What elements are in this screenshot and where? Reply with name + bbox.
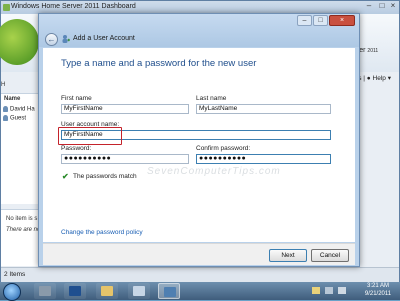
last-name-label: Last name [196,95,227,102]
checkmark-icon: ✔ [62,172,69,181]
minimize-icon[interactable]: – [363,1,375,12]
close-icon[interactable]: × [388,1,398,12]
taskbar-server-manager[interactable] [34,283,56,299]
add-user-icon [62,35,70,43]
task-pane-message: No item is s [6,216,38,222]
confirm-password-field[interactable]: ●●●●●●●●●● [196,154,331,164]
first-name-label: First name [61,95,92,102]
password-field[interactable]: ●●●●●●●●●● [61,154,189,164]
dialog-titlebar: – □ × ← Add a User Account [39,14,359,47]
help-link[interactable]: Help [373,75,386,82]
taskbar-active-dashboard[interactable] [158,283,180,299]
list-item[interactable]: Guest [3,115,26,122]
users-list: Name David Ha Guest [1,93,39,204]
annotation-highlight [58,127,122,145]
back-arrow-icon[interactable]: ← [45,33,58,46]
page-heading: Type a name and a password for the new u… [61,58,257,69]
folder-icon [101,286,113,296]
home-tab-label[interactable]: H [1,82,5,88]
help-icon: ● [366,75,371,82]
user-icon [3,106,8,112]
start-orb-icon[interactable] [3,283,21,301]
password-match-status: The passwords match [73,173,137,180]
network-icon [133,286,145,296]
next-button[interactable]: Next [269,249,307,262]
dialog-body: Type a name and a password for the new u… [43,48,355,242]
taskbar-dashboard[interactable] [128,283,150,299]
server-icon [39,286,51,296]
clock-date[interactable]: 9/21/2011 [360,291,396,297]
volume-icon[interactable] [338,287,346,294]
change-password-policy-link[interactable]: Change the password policy [61,229,143,236]
chevron-down-icon[interactable]: ▾ [388,75,391,82]
column-header-name[interactable]: Name [4,96,20,102]
user-name: David Ha [10,106,35,113]
taskbar-powershell[interactable] [64,283,86,299]
item-count: 2 Items [4,271,26,278]
dialog-title: Add a User Account [73,35,135,42]
add-user-dialog: – □ × ← Add a User Account Type a name a… [38,13,360,267]
brand-suffix: 2011 [367,48,379,54]
maximize-button[interactable]: □ [313,15,328,26]
dialog-footer: Next Cancel [43,243,355,265]
cancel-button[interactable]: Cancel [311,249,349,262]
action-center-icon[interactable] [312,287,320,294]
dashboard-app-icon [3,4,10,11]
confirm-password-label: Confirm password: [196,145,251,152]
task-pane-note: There are no [6,227,41,233]
maximize-icon[interactable]: □ [377,1,387,12]
taskbar-explorer[interactable] [96,283,118,299]
close-button[interactable]: × [329,15,355,26]
user-name: Guest [10,115,27,122]
user-icon [3,115,8,121]
dashboard-icon [164,287,176,297]
taskbar: 3:21 AM 9/21/2011 [0,282,400,301]
watermark-text: SevenComputerTips.com [147,166,281,177]
clock-time[interactable]: 3:21 AM [360,283,396,289]
minimize-button[interactable]: – [297,15,312,26]
powershell-icon [69,286,81,296]
list-item[interactable]: David Ha [3,106,35,113]
network-tray-icon[interactable] [325,287,333,294]
task-pane: No item is s There are no [1,209,41,266]
password-label: Password: [61,145,92,152]
first-name-field[interactable]: MyFirstName [61,104,189,114]
last-name-field[interactable]: MyLastName [196,104,331,114]
dashboard-title: Windows Home Server 2011 Dashboard [11,3,136,10]
status-bar: 2 Items [1,267,399,282]
